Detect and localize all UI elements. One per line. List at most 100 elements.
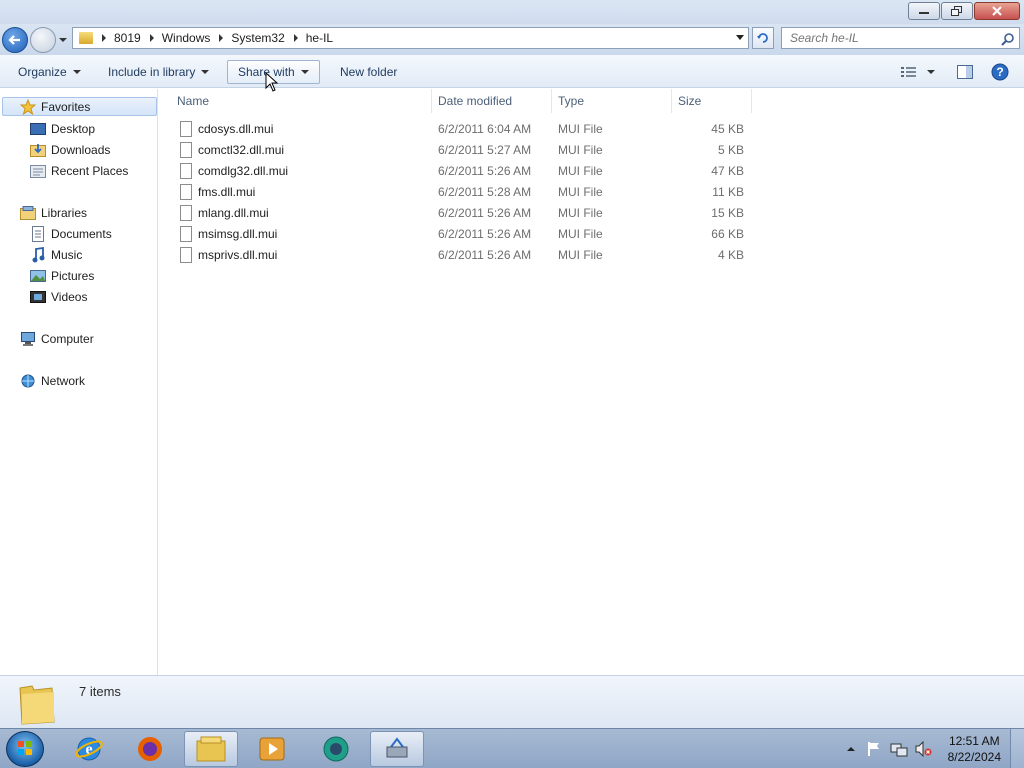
minimize-button[interactable] (908, 2, 940, 20)
nav-network[interactable]: Network (20, 371, 85, 390)
search-input[interactable] (790, 31, 990, 45)
back-button[interactable] (2, 27, 28, 53)
chevron-down-icon (927, 70, 935, 74)
taskbar-media-player[interactable] (245, 731, 299, 767)
file-icon (180, 184, 192, 200)
file-row[interactable]: comdlg32.dll.mui 6/2/2011 5:26 AM MUI Fi… (174, 161, 754, 182)
breadcrumb-item[interactable]: he-IL (306, 31, 333, 45)
file-size: 45 KB (711, 122, 744, 136)
file-date: 6/2/2011 5:26 AM (438, 227, 532, 241)
column-divider[interactable] (551, 89, 552, 113)
libraries-icon (20, 205, 36, 221)
column-header-size[interactable]: Size (678, 89, 701, 113)
file-type: MUI File (558, 143, 603, 157)
search-icon[interactable] (1001, 32, 1015, 46)
nav-pictures[interactable]: Pictures (30, 266, 94, 285)
nav-desktop[interactable]: Desktop (30, 119, 95, 138)
nav-downloads-label: Downloads (51, 142, 111, 157)
volume-muted-icon[interactable] (914, 741, 932, 757)
folder-icon (79, 32, 93, 44)
file-icon (180, 121, 192, 137)
breadcrumb-arrow-icon[interactable] (293, 34, 298, 42)
breadcrumb-arrow-icon[interactable] (219, 34, 224, 42)
breadcrumb-item[interactable]: 8019 (114, 31, 141, 45)
details-pane: 7 items (0, 675, 1024, 728)
column-header-date-modified[interactable]: Date modified (438, 89, 512, 113)
restore-button[interactable] (941, 2, 973, 20)
file-type: MUI File (558, 227, 603, 241)
forward-button[interactable] (30, 27, 56, 53)
file-type: MUI File (558, 185, 603, 199)
nav-videos[interactable]: Videos (30, 287, 87, 306)
nav-documents[interactable]: Documents (30, 224, 112, 243)
start-button[interactable] (6, 731, 44, 767)
file-size: 47 KB (711, 164, 744, 178)
new-folder-button[interactable]: New folder (330, 60, 407, 84)
window-title-bar (0, 0, 1024, 24)
help-button[interactable]: ? (991, 63, 1009, 81)
action-center-flag-icon[interactable] (866, 741, 882, 757)
file-date: 6/2/2011 5:26 AM (438, 164, 532, 178)
column-divider[interactable] (751, 89, 752, 113)
internet-explorer-icon: e (75, 737, 103, 761)
breadcrumb-item[interactable]: Windows (162, 31, 211, 45)
file-size: 15 KB (711, 206, 744, 220)
taskbar-windows-explorer[interactable] (184, 731, 238, 767)
taskbar: e 12:51 AM 8/22/2024 (0, 728, 1024, 768)
file-name: cdosys.dll.mui (198, 122, 274, 136)
breadcrumb-arrow-icon[interactable] (149, 34, 154, 42)
view-options-dropdown[interactable] (926, 63, 936, 81)
address-dropdown-icon[interactable] (736, 35, 744, 40)
column-header-name[interactable]: Name (177, 89, 209, 113)
nav-favorites[interactable]: Favorites (2, 97, 157, 116)
show-desktop-button[interactable] (1010, 729, 1024, 768)
column-divider[interactable] (431, 89, 432, 113)
taskbar-network-tool[interactable] (370, 731, 424, 767)
column-header-type[interactable]: Type (558, 89, 584, 113)
chevron-down-icon (300, 70, 309, 74)
preview-pane-button[interactable] (956, 63, 974, 81)
change-view-button[interactable] (900, 63, 918, 81)
file-row[interactable]: comctl32.dll.mui 6/2/2011 5:27 AM MUI Fi… (174, 140, 754, 161)
network-icon (20, 373, 36, 389)
file-row[interactable]: msprivs.dll.mui 6/2/2011 5:26 AM MUI Fil… (174, 245, 754, 266)
file-icon (180, 142, 192, 158)
file-row[interactable]: mlang.dll.mui 6/2/2011 5:26 AM MUI File … (174, 203, 754, 224)
nav-downloads[interactable]: Downloads (30, 140, 110, 159)
chevron-down-icon (201, 70, 210, 74)
close-button[interactable] (974, 2, 1020, 20)
file-date: 6/2/2011 5:27 AM (438, 143, 532, 157)
file-size: 5 KB (717, 143, 744, 157)
organize-button[interactable]: Organize (8, 60, 91, 84)
file-date: 6/2/2011 5:28 AM (438, 185, 532, 199)
include-in-library-button[interactable]: Include in library (98, 60, 219, 84)
include-in-library-label: Include in library (108, 65, 196, 79)
taskbar-internet-explorer[interactable]: e (62, 731, 116, 767)
address-bar[interactable]: 8019 Windows System32 he-IL (72, 27, 749, 49)
breadcrumb-item[interactable]: System32 (231, 31, 284, 45)
breadcrumb-arrow-icon[interactable] (102, 34, 106, 42)
nav-recent-places-label: Recent Places (51, 163, 129, 178)
back-arrow-icon (8, 35, 20, 45)
file-row[interactable]: fms.dll.mui 6/2/2011 5:28 AM MUI File 11… (174, 182, 754, 203)
column-divider[interactable] (671, 89, 672, 113)
file-row[interactable]: cdosys.dll.mui 6/2/2011 6:04 AM MUI File… (174, 119, 754, 140)
search-box[interactable] (781, 27, 1020, 49)
taskbar-firefox[interactable] (123, 731, 177, 767)
taskbar-clock[interactable]: 12:51 AM 8/22/2024 (948, 733, 1001, 765)
nav-music[interactable]: Music (30, 245, 82, 264)
file-size: 4 KB (717, 248, 744, 262)
network-status-icon[interactable] (890, 741, 908, 757)
restore-icon (951, 6, 962, 16)
file-row[interactable]: msimsg.dll.mui 6/2/2011 5:26 AM MUI File… (174, 224, 754, 245)
nav-libraries[interactable]: Libraries (20, 203, 87, 222)
nav-computer[interactable]: Computer (20, 329, 94, 348)
file-name: comdlg32.dll.mui (198, 164, 289, 178)
recent-pages-dropdown-icon[interactable] (58, 36, 68, 44)
taskbar-app[interactable] (309, 731, 363, 767)
pictures-icon (30, 268, 46, 284)
show-hidden-icons-icon[interactable] (846, 745, 856, 753)
file-name: msimsg.dll.mui (198, 227, 278, 241)
refresh-button[interactable] (752, 27, 774, 49)
nav-recent-places[interactable]: Recent Places (30, 161, 128, 180)
